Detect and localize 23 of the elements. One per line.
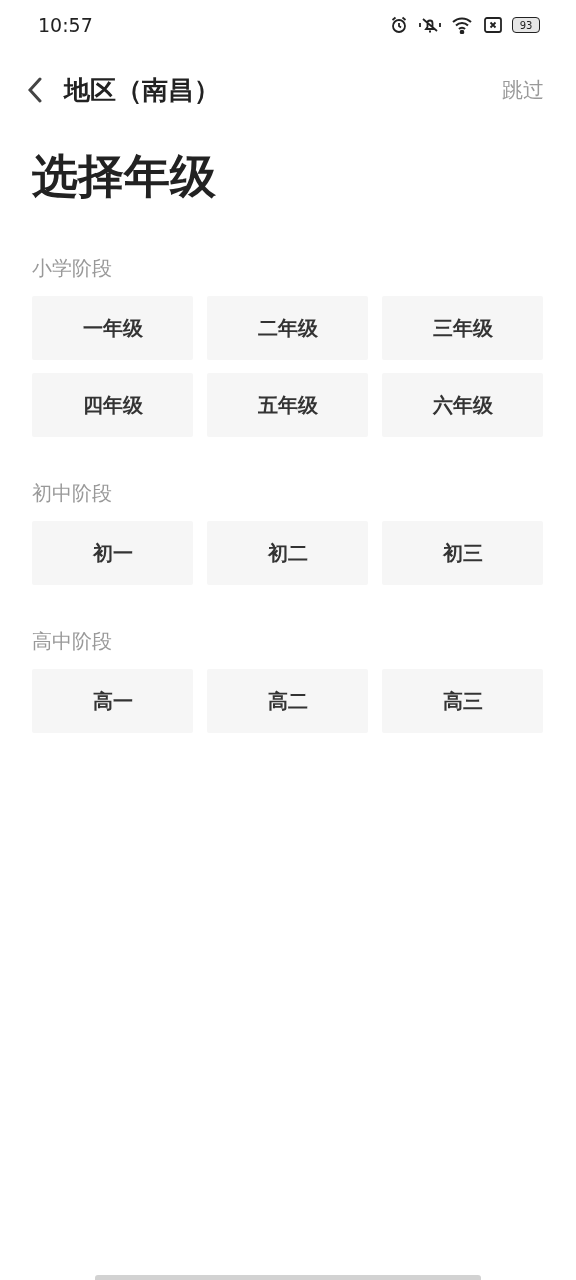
grade-option[interactable]: 高二 bbox=[207, 669, 368, 733]
status-time: 10:57 bbox=[38, 14, 93, 36]
grade-option[interactable]: 五年级 bbox=[207, 373, 368, 437]
section-label: 初中阶段 bbox=[32, 480, 112, 507]
grade-option[interactable]: 二年级 bbox=[207, 296, 368, 360]
muted-bell-icon bbox=[418, 16, 442, 34]
alarm-clock-icon bbox=[390, 16, 408, 34]
no-sim-icon bbox=[484, 17, 502, 33]
grade-option[interactable]: 初三 bbox=[382, 521, 543, 585]
grade-option[interactable]: 四年级 bbox=[32, 373, 193, 437]
section-label: 小学阶段 bbox=[32, 255, 112, 282]
grade-option[interactable]: 一年级 bbox=[32, 296, 193, 360]
grade-option[interactable]: 高一 bbox=[32, 669, 193, 733]
section-label: 高中阶段 bbox=[32, 628, 112, 655]
grade-option[interactable]: 三年级 bbox=[382, 296, 543, 360]
heading: 选择年级 bbox=[32, 148, 217, 205]
grade-option[interactable]: 高三 bbox=[382, 669, 543, 733]
battery-indicator: 93 bbox=[512, 17, 540, 33]
grade-option[interactable]: 六年级 bbox=[382, 373, 543, 437]
wifi-icon bbox=[452, 16, 474, 34]
page-title: 地区（南昌） bbox=[64, 73, 221, 107]
grade-option[interactable]: 初一 bbox=[32, 521, 193, 585]
grade-option[interactable]: 初二 bbox=[207, 521, 368, 585]
